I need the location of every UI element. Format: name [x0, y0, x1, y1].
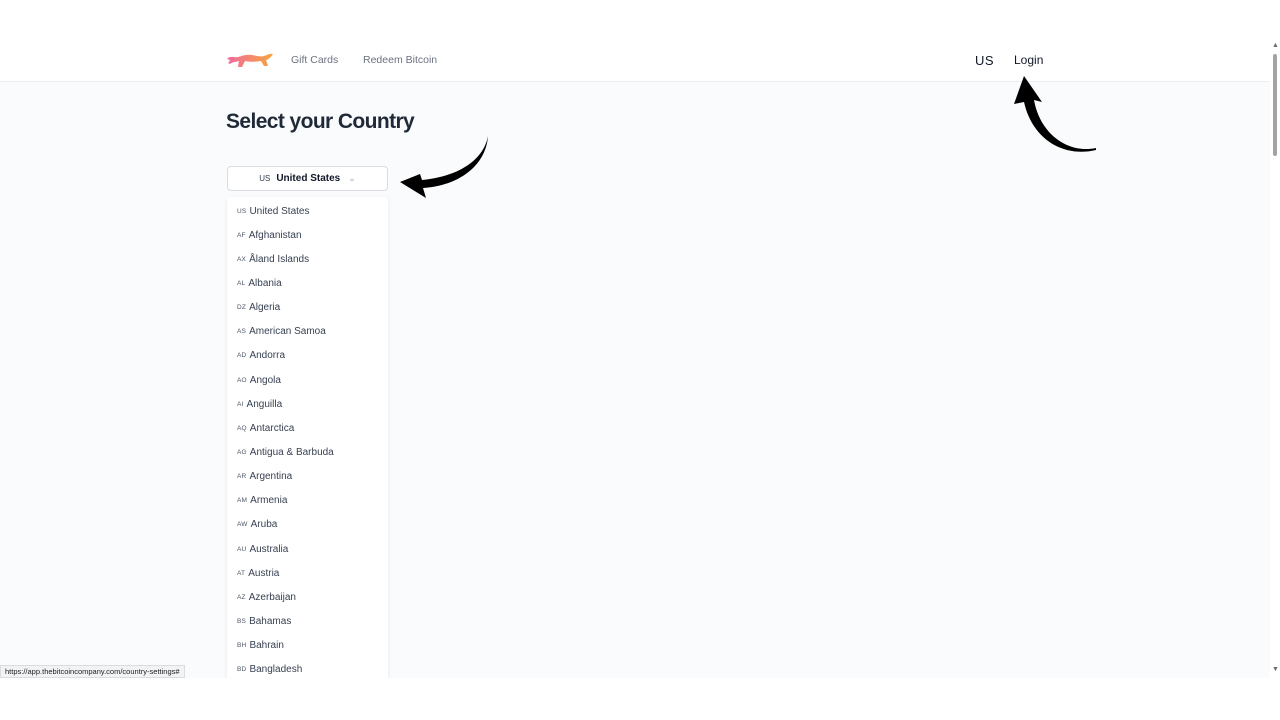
country-code: US — [237, 207, 247, 215]
country-name: Bahrain — [249, 640, 284, 652]
country-option[interactable]: AR Argentina — [227, 465, 388, 489]
country-name: Antigua & Barbuda — [249, 446, 334, 458]
login-link[interactable]: Login — [1014, 53, 1043, 67]
country-option[interactable]: AL Albania — [227, 271, 388, 295]
country-name: Armenia — [250, 495, 288, 507]
country-code: BS — [237, 617, 247, 625]
nav-redeem-bitcoin-link[interactable]: Redeem Bitcoin — [363, 54, 437, 66]
country-option[interactable]: AZ Azerbaijan — [227, 585, 388, 609]
country-option[interactable]: AD Andorra — [227, 344, 388, 368]
country-code: AI — [237, 400, 244, 408]
country-code: AL — [237, 279, 246, 287]
top-navigation: Gift Cards Redeem Bitcoin US Login — [0, 0, 1270, 82]
page-title: Select your Country — [226, 110, 415, 133]
country-name: Azerbaijan — [248, 591, 296, 603]
country-name: Afghanistan — [248, 229, 302, 241]
country-code: DZ — [237, 304, 247, 312]
country-option[interactable]: AX Åland Islands — [227, 247, 388, 271]
country-name: Argentina — [249, 471, 293, 483]
country-option[interactable]: AQ Antarctica — [227, 416, 388, 440]
country-code: AX — [237, 255, 247, 263]
selected-country-code: US — [259, 174, 271, 183]
country-code: AR — [237, 473, 247, 481]
country-select[interactable]: US United States ⌄ — [227, 166, 388, 191]
country-code: AQ — [237, 424, 247, 432]
browser-viewport: Gift Cards Redeem Bitcoin US Login Selec… — [0, 0, 1270, 678]
country-name: Andorra — [249, 350, 286, 362]
country-option[interactable]: AW Aruba — [227, 513, 388, 537]
country-code: BD — [237, 666, 247, 674]
nav-gift-cards-link[interactable]: Gift Cards — [291, 54, 338, 66]
country-name: Anguilla — [246, 398, 283, 410]
country-option[interactable]: AU Australia — [227, 537, 388, 561]
country-name: Antarctica — [249, 422, 295, 434]
country-code: AZ — [237, 593, 246, 601]
scrollbar-thumb[interactable] — [1273, 54, 1277, 156]
country-name: Aruba — [250, 519, 278, 531]
country-code: AU — [237, 545, 247, 553]
country-option[interactable]: AG Antigua & Barbuda — [227, 440, 388, 464]
country-option[interactable]: AT Austria — [227, 561, 388, 585]
country-name: Bahamas — [249, 615, 292, 627]
country-code: AF — [237, 231, 246, 239]
country-code: AW — [237, 521, 248, 529]
country-code: AS — [237, 328, 247, 336]
chevron-down-icon: ⌄ — [348, 173, 356, 183]
country-option[interactable]: AS American Samoa — [227, 320, 388, 344]
country-name: Angola — [249, 374, 281, 386]
country-code: AG — [237, 448, 247, 456]
country-name: Algeria — [249, 302, 281, 314]
country-name: Åland Islands — [249, 253, 310, 265]
country-name: United States — [249, 205, 310, 217]
country-code-button[interactable]: US — [975, 53, 994, 68]
country-option[interactable]: DZ Algeria — [227, 296, 388, 320]
country-code: AO — [237, 376, 247, 384]
country-option[interactable]: AM Armenia — [227, 489, 388, 513]
annotation-arrow-icon — [1014, 76, 1096, 152]
country-option[interactable]: BH Bahrain — [227, 634, 388, 658]
status-bar-url: https://app.thebitcoincompany.com/countr… — [0, 665, 185, 678]
country-code: AD — [237, 352, 247, 360]
bitcoin-company-logo-icon[interactable] — [226, 50, 274, 70]
scroll-up-icon[interactable]: ▲ — [1272, 42, 1279, 49]
selected-country-name: United States — [276, 173, 341, 184]
country-name: Bangladesh — [249, 664, 303, 676]
country-name: Albania — [248, 277, 282, 289]
country-option[interactable]: AI Anguilla — [227, 392, 388, 416]
country-dropdown-list: US United States AF Afghanistan AX Åland Is… — [227, 197, 388, 678]
country-code: AT — [237, 569, 246, 577]
scroll-down-icon[interactable]: ▼ — [1272, 666, 1279, 673]
country-name: American Samoa — [249, 326, 326, 338]
country-name: Australia — [249, 543, 289, 555]
country-code: BH — [237, 642, 247, 650]
vertical-scrollbar[interactable]: ▲ ▼ — [1270, 40, 1280, 680]
country-option[interactable]: BS Bahamas — [227, 609, 388, 633]
country-option[interactable]: BD Bangladesh — [227, 658, 388, 678]
country-code: AM — [237, 497, 248, 505]
country-name: Austria — [248, 567, 280, 579]
country-option[interactable]: AF Afghanistan — [227, 223, 388, 247]
annotation-arrow-icon — [400, 136, 488, 198]
country-option[interactable]: US United States — [227, 199, 388, 223]
country-option[interactable]: AO Angola — [227, 368, 388, 392]
